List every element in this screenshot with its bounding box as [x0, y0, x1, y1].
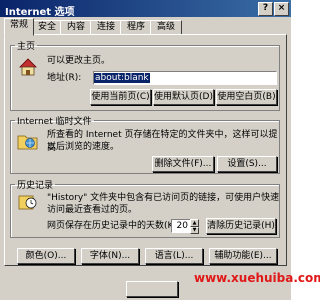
languages-button[interactable]: 语言(L)...	[145, 248, 203, 264]
use-current-button[interactable]: 使用当前页(C)	[90, 89, 151, 105]
address-label: 地址(R):	[47, 73, 82, 83]
accessibility-button[interactable]: 辅助功能(E)...	[209, 248, 277, 264]
history-days-input[interactable]: 20	[171, 219, 191, 233]
title-bar: Internet 选项 ? ×	[0, 0, 291, 18]
address-value: about:blank	[94, 73, 150, 83]
history-days-label: 网页保存在历史记录中的天数(K):	[47, 221, 180, 231]
history-icon	[18, 195, 37, 210]
general-panel: 主页 可以更改主页。 地址(R): about:blank 使用当前页(C) 使…	[4, 34, 287, 266]
spinner-down-icon[interactable]: ▼	[190, 227, 199, 234]
home-address-input[interactable]: about:blank	[93, 71, 277, 85]
clear-history-button[interactable]: 清除历史记录(H)	[206, 218, 276, 234]
house-icon	[19, 58, 37, 76]
close-button[interactable]: ×	[274, 2, 289, 16]
temp-settings-button[interactable]: 设置(S)...	[217, 156, 277, 172]
use-default-button[interactable]: 使用默认页(D)	[153, 89, 214, 105]
site-watermark: www.xuehuiba.com	[194, 271, 320, 285]
ok-button[interactable]	[126, 281, 178, 297]
spinner-up-icon[interactable]: ▲	[190, 219, 199, 227]
internet-options-window: Internet 选项 ? × 常规 安全 内容 连接 程序 高级 主页 可以更…	[0, 0, 320, 300]
tab-general[interactable]: 常规	[4, 18, 34, 36]
folder-globe-icon	[17, 135, 38, 150]
tab-strip: 常规 安全 内容 连接 程序 高级	[4, 18, 287, 36]
tab-security[interactable]: 安全	[32, 20, 62, 35]
temp-files-legend: Internet 临时文件	[17, 117, 92, 127]
history-desc-line2: 访问最近查看过的页。	[47, 205, 138, 215]
colors-button[interactable]: 颜色(O)...	[17, 248, 75, 264]
history-legend: 历史记录	[17, 181, 54, 191]
use-blank-button[interactable]: 使用空白页(B)	[216, 89, 277, 105]
home-page-legend: 主页	[17, 42, 36, 52]
help-button[interactable]: ?	[258, 2, 273, 16]
home-desc: 可以更改主页。	[47, 56, 111, 66]
tab-connections[interactable]: 连接	[90, 20, 122, 35]
fonts-button[interactable]: 字体(N)...	[81, 248, 139, 264]
history-days-spinner[interactable]: ▲ ▼	[190, 219, 199, 234]
tab-advanced[interactable]: 高级	[150, 20, 182, 35]
delete-files-button[interactable]: 删除文件(F)...	[152, 156, 214, 172]
window-title: Internet 选项	[5, 7, 75, 18]
temp-desc-line2: 以后浏览的速度。	[47, 142, 120, 152]
tab-programs[interactable]: 程序	[120, 20, 152, 35]
tab-content[interactable]: 内容	[60, 20, 92, 35]
